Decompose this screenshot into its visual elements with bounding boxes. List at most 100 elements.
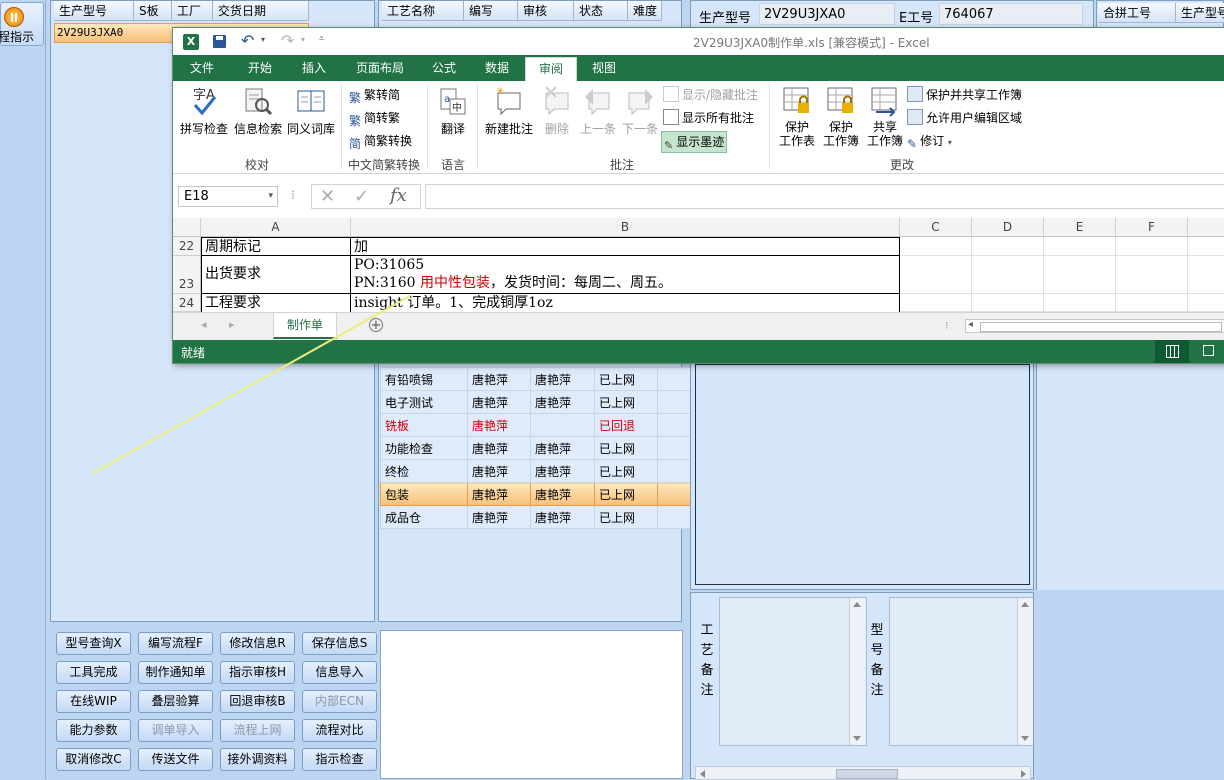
research-button[interactable]: 信息检索	[231, 85, 285, 137]
action-button[interactable]: 保存信息S	[302, 632, 377, 655]
protect-sheet-button[interactable]: 保护 工作表	[775, 85, 819, 148]
action-button[interactable]: 流程上网	[220, 719, 295, 742]
formula-input[interactable]	[425, 184, 1224, 209]
action-button[interactable]: 型号查询X	[56, 632, 131, 655]
cell-b24[interactable]: insight 订单。1、完成铜厚1oz	[351, 294, 900, 312]
empty-cell[interactable]	[1116, 294, 1188, 312]
col-header-a[interactable]: A	[201, 218, 351, 237]
empty-cell[interactable]	[1044, 294, 1116, 312]
empty-cell[interactable]	[1044, 237, 1116, 256]
translate-button[interactable]: a中 翻译	[431, 85, 475, 137]
cancel-icon[interactable]: ✕	[320, 186, 335, 207]
name-box[interactable]: E18 ▾	[178, 186, 278, 207]
row-header-22[interactable]: 22	[173, 237, 201, 256]
col-header-reviewer[interactable]: 审核	[518, 1, 574, 21]
save-icon[interactable]	[213, 35, 226, 48]
process-row[interactable]: 功能检查 唐艳萍 唐艳萍 已上网	[380, 436, 699, 460]
share-workbook-button[interactable]: 共享 工作簿	[863, 85, 907, 148]
action-button[interactable]: 指示审核H	[220, 661, 295, 684]
track-changes-button[interactable]: ✎ 修订 ▾	[907, 131, 952, 151]
action-button[interactable]: 工具完成	[56, 661, 131, 684]
model-field[interactable]: 2V29U3JXA0	[759, 3, 895, 25]
spell-check-button[interactable]: 字A 拼写检查	[177, 85, 231, 137]
protect-workbook-button[interactable]: 保护 工作簿	[819, 85, 863, 148]
enter-icon[interactable]: ✓	[354, 186, 369, 207]
normal-view-icon[interactable]	[1155, 340, 1189, 363]
cell-b22[interactable]: 加	[351, 237, 900, 256]
empty-cell[interactable]	[1116, 256, 1188, 294]
col-header-model[interactable]: 生产型号	[54, 1, 134, 21]
customize-qat-icon[interactable]: ⩡	[319, 34, 324, 44]
tab-view[interactable]: 视图	[581, 55, 627, 81]
model-remark-box[interactable]	[889, 597, 1033, 746]
cell-a23[interactable]: 出货要求	[201, 256, 351, 294]
col-header-g[interactable]	[1188, 218, 1224, 237]
action-button[interactable]: 制作通知单	[138, 661, 213, 684]
sheet-hscrollbar[interactable]: ◂	[965, 319, 1224, 333]
process-remark-box[interactable]	[719, 597, 867, 746]
col-header-difficulty[interactable]: 难度	[628, 1, 662, 21]
cell-a24[interactable]: 工程要求	[201, 294, 351, 312]
notes-box[interactable]	[380, 630, 683, 779]
tab-home[interactable]: 开始	[237, 55, 283, 81]
tab-insert[interactable]: 插入	[291, 55, 337, 81]
cell-b23[interactable]: PO:31065 PN:3160 用中性包装，发货时间：每周二、周五。	[351, 256, 900, 294]
col-header-f[interactable]: F	[1116, 218, 1188, 237]
action-button[interactable]: 传送文件	[138, 748, 213, 771]
sheet-tab-active[interactable]: 制作单	[273, 313, 337, 339]
col-header-d[interactable]: D	[972, 218, 1044, 237]
empty-cell[interactable]	[1044, 256, 1116, 294]
col-header-status[interactable]: 状态	[574, 1, 628, 21]
action-button[interactable]: 取消修改C	[56, 748, 131, 771]
empty-cell[interactable]	[972, 256, 1044, 294]
action-button[interactable]: 编写流程F	[138, 632, 213, 655]
action-button[interactable]: 叠层验算	[138, 690, 213, 713]
col-header-factory[interactable]: 工厂	[172, 1, 213, 21]
action-button[interactable]: 回退审核B	[220, 690, 295, 713]
empty-cell[interactable]	[900, 294, 972, 312]
prev-comment-button[interactable]: 上一条	[577, 85, 619, 137]
s2t-button[interactable]: 繁简转繁	[349, 108, 400, 128]
protect-share-button[interactable]: 保护并共享工作簿	[907, 85, 1022, 105]
col-header-process[interactable]: 工艺名称	[382, 1, 464, 21]
tab-split-handle-icon[interactable]: ⁝	[945, 319, 949, 332]
show-ink-button[interactable]: ✎ 显示墨迹	[661, 131, 728, 153]
tab-review[interactable]: 审阅	[525, 57, 577, 82]
show-hide-comment-button[interactable]: 显示/隐藏批注	[663, 85, 758, 105]
sheet-prev-icon[interactable]: ◂	[201, 318, 207, 331]
process-row[interactable]: 有铅喷锡 唐艳萍 唐艳萍 已上网	[380, 367, 699, 391]
process-remark-scrollbar[interactable]	[849, 598, 865, 745]
undo-icon[interactable]: ↶	[241, 31, 254, 50]
process-row[interactable]: 终检 唐艳萍 唐艳萍 已上网	[380, 459, 699, 483]
cell-a22[interactable]: 周期标记	[201, 237, 351, 256]
col-header-sboard[interactable]: S板	[134, 1, 172, 21]
tab-data[interactable]: 数据	[474, 55, 520, 81]
process-row[interactable]: 铣板 唐艳萍 已回退	[380, 413, 699, 437]
empty-cell[interactable]	[1188, 294, 1224, 312]
empty-cell[interactable]	[1188, 237, 1224, 256]
col-header-e[interactable]: E	[1044, 218, 1116, 237]
allow-edit-ranges-button[interactable]: 允许用户编辑区域	[907, 108, 1022, 128]
empty-cell[interactable]	[1116, 237, 1188, 256]
empty-cell[interactable]	[1188, 256, 1224, 294]
new-comment-button[interactable]: ✳ 新建批注	[481, 85, 537, 137]
instruction-button[interactable]: 程指示	[0, 2, 44, 46]
col-header-b[interactable]: B	[351, 218, 900, 237]
thesaurus-button[interactable]: 同义词库	[285, 85, 337, 137]
add-sheet-icon[interactable]: +	[369, 318, 383, 332]
undo-dropdown-icon[interactable]: ▾	[261, 35, 265, 44]
col-header-writer[interactable]: 编写	[464, 1, 518, 21]
empty-cell[interactable]	[900, 237, 972, 256]
sheet-next-icon[interactable]: ▸	[229, 318, 235, 331]
col-header-model2[interactable]: 生产型号	[1176, 3, 1224, 23]
insert-function-icon[interactable]: fx	[390, 185, 407, 206]
t2s-button[interactable]: 繁繁转简	[349, 85, 400, 105]
empty-cell[interactable]	[900, 256, 972, 294]
process-row[interactable]: 电子测试 唐艳萍 唐艳萍 已上网	[380, 390, 699, 414]
show-all-comments-button[interactable]: 显示所有批注	[663, 108, 754, 128]
convert-button[interactable]: 简简繁转换	[349, 131, 412, 151]
action-button[interactable]: 流程对比	[302, 719, 377, 742]
tab-file[interactable]: 文件	[173, 55, 231, 81]
page-layout-view-icon[interactable]	[1203, 345, 1214, 356]
col-header-delivery[interactable]: 交货日期	[213, 1, 309, 21]
